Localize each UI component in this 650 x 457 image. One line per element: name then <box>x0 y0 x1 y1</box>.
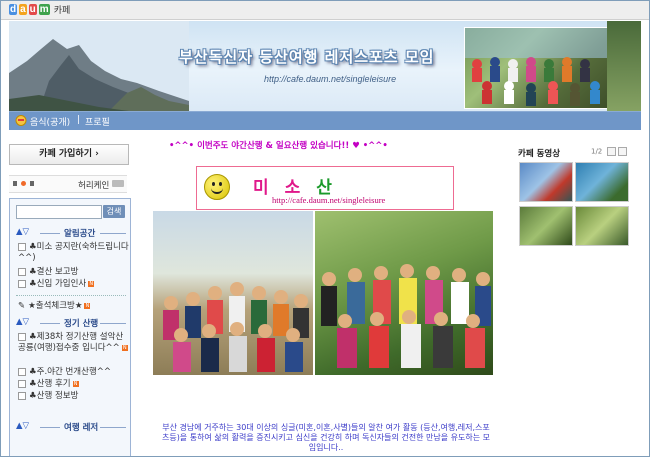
video-thumbnail[interactable] <box>575 162 629 202</box>
cafe-url[interactable]: http://cafe.daum.net/singleleisure <box>272 195 385 205</box>
daum-logo[interactable]: daum 카페 <box>9 4 71 16</box>
sidebar-item-attendance[interactable]: ✎ ★출석체크방★ N <box>18 301 130 312</box>
sidebar-item-regular-hike[interactable]: ♣제38차 정기산행 설악산공룡(여행)접수중 입니다^^ N <box>18 332 130 354</box>
menu-group-notice[interactable]: ▲▽ 알림공간 <box>16 227 128 239</box>
cafe-video-title[interactable]: 카페 동영상 <box>518 147 560 159</box>
prev-icon[interactable] <box>13 181 17 186</box>
page-frame: daum 카페 부산독신자 등산여행 레저스포츠 모임 http://cafe.… <box>0 0 650 457</box>
menu-divider: | <box>77 115 81 125</box>
group-photos <box>153 211 493 375</box>
new-badge-icon: N <box>88 280 95 287</box>
video-thumbnail[interactable] <box>519 206 573 246</box>
cafe-label: 카페 <box>53 6 71 16</box>
hikers-photo-right <box>321 264 491 368</box>
sidebar-item-newcomer[interactable]: ♣신입 가입인사 N <box>18 279 130 290</box>
next-icon[interactable] <box>30 181 34 186</box>
new-badge-icon: N <box>121 344 128 351</box>
sidebar-item-hike-info[interactable]: ♣산행 정보방 <box>18 391 130 402</box>
sidebar-menu: 검색 ▲▽ 알림공간 ♣미소 공지란(숙하드립니다^^) ♣결산 보고방 ♣신입… <box>9 198 131 456</box>
divider <box>16 295 126 297</box>
group-photo-banner <box>464 27 608 109</box>
menu-group-hiking[interactable]: ▲▽ 정기 산행 <box>16 317 128 329</box>
menu-item-profile[interactable]: 프로필 <box>85 115 110 128</box>
sidebar-item-night-hike[interactable]: ♣주.야간 번개산행^^ <box>18 367 130 378</box>
cafe-description: 부산 경남에 거주하는 30대 이상의 싱글(미혼,이혼,사별)들의 알찬 여가… <box>161 423 491 452</box>
cafe-title-box: 미소산 http://cafe.daum.net/singleleisure <box>196 166 454 210</box>
group-photo-right <box>315 211 493 375</box>
new-badge-icon: N <box>72 380 79 387</box>
prev-page-icon[interactable] <box>606 147 616 156</box>
notice-text: •^^• 이번주도 야간산행 & 일요산행 있습니다!! ♥ •^^• <box>169 141 388 151</box>
food-menu-icon <box>15 115 27 126</box>
video-thumbnail[interactable] <box>575 206 629 246</box>
video-page-indicator: 1/2 <box>591 147 603 156</box>
song-title: 허리케인 <box>78 181 110 191</box>
sidebar-item-hike-review[interactable]: ♣산행 후기 N <box>18 379 130 390</box>
music-player: 허리케인 <box>9 175 127 193</box>
hikers-photo-left <box>163 282 309 372</box>
group-photo-left <box>153 211 313 375</box>
sidebar-item-notice[interactable]: ♣미소 공지란(숙하드립니다^^) <box>18 242 130 264</box>
search-button[interactable]: 검색 <box>103 205 125 218</box>
cafe-menu-bar: 음식(공개) | 프로필 <box>9 111 641 130</box>
new-badge-icon: N <box>84 302 91 309</box>
play-icon[interactable] <box>21 181 26 186</box>
cafe-search-input[interactable] <box>16 205 102 219</box>
join-cafe-button[interactable]: 카페 가입하기 › <box>9 144 129 165</box>
top-bar: daum 카페 <box>1 1 649 20</box>
next-page-icon[interactable] <box>617 147 627 156</box>
video-thumbnail[interactable] <box>519 162 573 202</box>
menu-item-food[interactable]: 음식(공개) <box>30 115 70 128</box>
menu-group-travel[interactable]: ▲▽ 여행 레저 <box>16 421 128 433</box>
smiley-icon <box>204 174 230 200</box>
mountain-image <box>9 21 189 111</box>
video-pager: 1/2 <box>591 147 627 156</box>
hikers-group-image <box>465 28 607 106</box>
banner-title: 부산독신자 등산여행 레저스포츠 모임 <box>179 48 435 66</box>
banner-side-image <box>607 21 641 111</box>
cafe-banner: 부산독신자 등산여행 레저스포츠 모임 http://cafe.daum.net… <box>9 21 641 111</box>
player-toggle-icon[interactable] <box>112 180 124 187</box>
sidebar-item-settlement[interactable]: ♣결산 보고방 <box>18 267 130 278</box>
banner-url[interactable]: http://cafe.daum.net/singleleisure <box>264 74 396 84</box>
pencil-icon: ✎ <box>18 301 26 311</box>
